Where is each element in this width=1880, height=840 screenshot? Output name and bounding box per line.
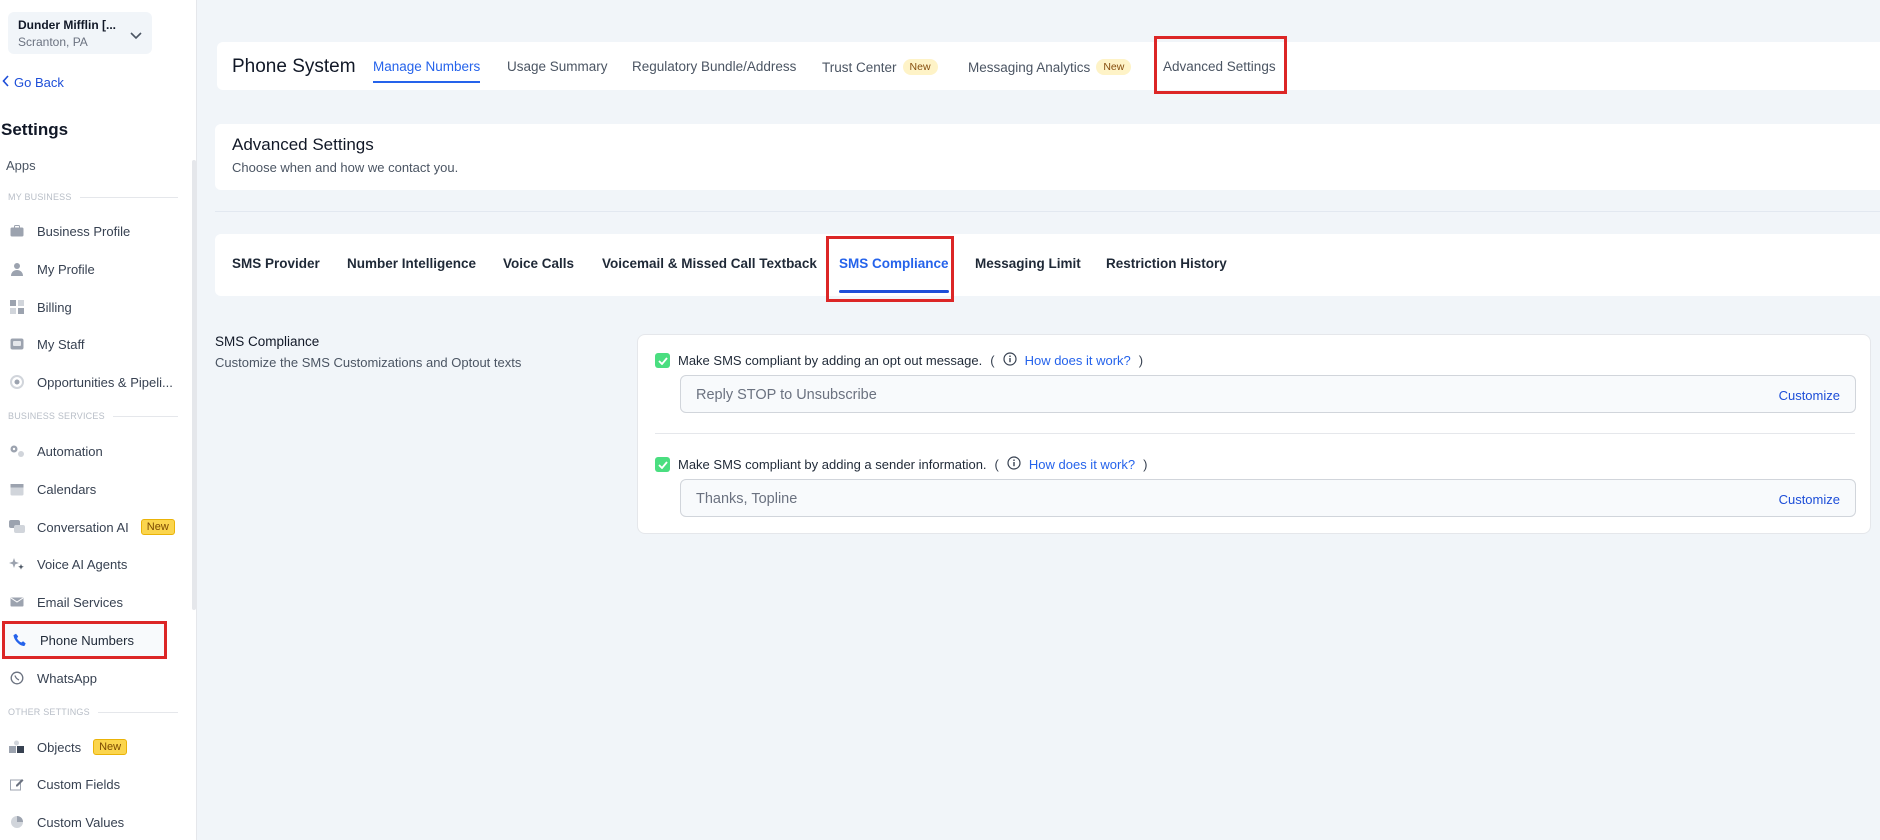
sidebar-item-billing[interactable]: Billing	[9, 294, 72, 320]
mail-icon	[9, 594, 25, 610]
user-icon	[9, 261, 25, 277]
compliance-title: SMS Compliance	[215, 334, 320, 349]
tab-messaging-analytics[interactable]: Messaging Analytics New	[968, 59, 1132, 75]
new-badge: New	[93, 739, 128, 755]
staff-icon	[9, 336, 25, 352]
whatsapp-icon	[9, 670, 25, 686]
compliance-description: Customize the SMS Customizations and Opt…	[215, 355, 522, 370]
page-title: Phone System	[232, 56, 356, 77]
paren-close: )	[1138, 353, 1144, 368]
optout-message-field[interactable]: Reply STOP to Unsubscribe Customize	[680, 375, 1856, 413]
sender-info-field[interactable]: Thanks, Topline Customize	[680, 479, 1856, 517]
paren-open: (	[990, 353, 995, 368]
sidebar-item-business-profile[interactable]: Business Profile	[9, 218, 130, 244]
info-icon	[1007, 456, 1021, 473]
optout-label: Make SMS compliant by adding an opt out …	[678, 353, 983, 368]
optout-checkbox[interactable]	[655, 353, 670, 368]
advanced-subtabs: SMS Provider Number Intelligence Voice C…	[215, 234, 1880, 296]
calendar-icon	[9, 481, 25, 497]
subtab-sms-provider[interactable]: SMS Provider	[232, 256, 320, 271]
section-heading: Advanced Settings	[232, 135, 374, 154]
tab-usage-summary[interactable]: Usage Summary	[507, 59, 608, 74]
location-name: Dunder Mifflin [...	[18, 18, 116, 32]
sidebar-item-my-profile[interactable]: My Profile	[9, 256, 95, 282]
tab-manage-numbers[interactable]: Manage Numbers	[373, 59, 481, 83]
go-back-link[interactable]: Go Back	[2, 75, 64, 90]
section-label-my-business: MY BUSINESS	[8, 192, 178, 202]
go-back-label: Go Back	[14, 75, 64, 90]
subtab-number-intelligence[interactable]: Number Intelligence	[347, 256, 476, 271]
sidebar-item-calendars[interactable]: Calendars	[9, 476, 96, 502]
pie-icon	[9, 814, 25, 830]
sidebar-item-apps[interactable]: Apps	[6, 158, 36, 173]
briefcase-icon	[9, 223, 25, 239]
phone-icon	[12, 632, 28, 648]
sender-checkbox[interactable]	[655, 457, 670, 472]
optout-message-value: Reply STOP to Unsubscribe	[696, 387, 877, 403]
section-label-business-services: BUSINESS SERVICES	[8, 411, 178, 421]
sidebar-scrollbar[interactable]	[192, 160, 196, 610]
chevron-left-icon	[2, 75, 10, 90]
sidebar-item-whatsapp[interactable]: WhatsApp	[9, 665, 97, 691]
divider	[215, 211, 1880, 212]
sidebar-item-automation[interactable]: Automation	[9, 438, 103, 464]
subtab-restriction-history[interactable]: Restriction History	[1106, 256, 1227, 271]
sidebar-item-objects[interactable]: Objects New	[9, 734, 128, 760]
chat-icon	[9, 519, 25, 535]
advanced-settings-card: Advanced Settings Choose when and how we…	[215, 124, 1880, 190]
section-subtitle: Choose when and how we contact you.	[232, 160, 459, 175]
section-label-other-settings: OTHER SETTINGS	[8, 707, 178, 717]
divider	[655, 433, 1855, 434]
sidebar: Dunder Mifflin [... Scranton, PA Go Back…	[0, 0, 197, 840]
phone-system-header: Phone System Manage Numbers Usage Summar…	[217, 42, 1880, 90]
how-does-it-work-link[interactable]: How does it work?	[1029, 457, 1135, 472]
tab-trust-center[interactable]: Trust Center New	[822, 59, 938, 75]
sidebar-item-voice-ai-agents[interactable]: Voice AI Agents	[9, 551, 127, 577]
pencil-icon	[9, 776, 25, 792]
customize-sender-button[interactable]: Customize	[1779, 492, 1840, 507]
new-badge: New	[1096, 59, 1132, 75]
objects-icon	[9, 739, 25, 755]
how-does-it-work-link[interactable]: How does it work?	[1025, 353, 1131, 368]
new-badge: New	[140, 519, 175, 535]
sidebar-item-email-services[interactable]: Email Services	[9, 589, 123, 615]
sidebar-item-phone-numbers[interactable]: Phone Numbers	[2, 621, 167, 659]
sidebar-item-conversation-ai[interactable]: Conversation AI New	[9, 514, 175, 540]
sidebar-item-custom-values[interactable]: Custom Values	[9, 809, 124, 835]
sender-row: Make SMS compliant by adding a sender in…	[655, 456, 1147, 473]
sidebar-item-my-staff[interactable]: My Staff	[9, 331, 84, 357]
location-switcher[interactable]: Dunder Mifflin [... Scranton, PA	[8, 12, 152, 54]
subtab-voice-calls[interactable]: Voice Calls	[503, 256, 574, 271]
paren-open: (	[994, 457, 999, 472]
sender-info-value: Thanks, Topline	[696, 491, 798, 507]
sidebar-item-custom-fields[interactable]: Custom Fields	[9, 771, 120, 797]
grid-icon	[9, 299, 25, 315]
sender-label: Make SMS compliant by adding a sender in…	[678, 457, 987, 472]
sparkle-icon	[9, 556, 25, 572]
subtab-voicemail[interactable]: Voicemail & Missed Call Textback	[602, 256, 817, 271]
highlight-sms-compliance	[826, 236, 954, 302]
sidebar-item-opportunities[interactable]: Opportunities & Pipeli...	[9, 369, 173, 395]
compliance-panel: Make SMS compliant by adding an opt out …	[637, 334, 1871, 534]
paren-close: )	[1143, 457, 1148, 472]
tab-regulatory-bundle[interactable]: Regulatory Bundle/Address	[632, 59, 796, 74]
gears-icon	[9, 443, 25, 459]
info-icon	[1002, 352, 1017, 369]
new-badge: New	[902, 59, 938, 75]
subtab-messaging-limit[interactable]: Messaging Limit	[975, 256, 1081, 271]
settings-title: Settings	[1, 120, 69, 139]
highlight-advanced-settings	[1154, 36, 1287, 94]
chevron-down-icon	[130, 27, 142, 45]
target-icon	[9, 374, 25, 390]
customize-optout-button[interactable]: Customize	[1779, 388, 1840, 403]
optout-row: Make SMS compliant by adding an opt out …	[655, 352, 1143, 369]
location-address: Scranton, PA	[18, 35, 88, 49]
